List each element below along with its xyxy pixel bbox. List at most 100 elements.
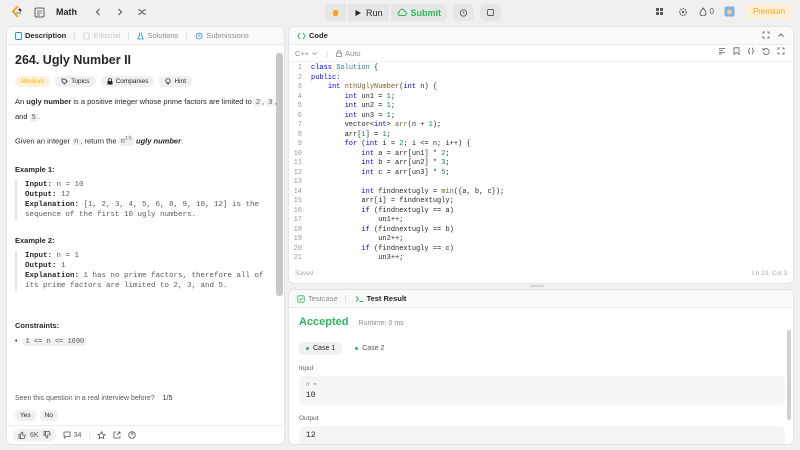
settings-gear-icon[interactable] <box>676 5 690 19</box>
bookmark-icon[interactable] <box>733 47 740 55</box>
format-icon[interactable] <box>718 47 726 55</box>
share-icon[interactable] <box>113 431 121 439</box>
page-title[interactable]: 264. Ugly Number II <box>15 53 277 67</box>
save-status: Saved <box>295 270 314 277</box>
line-number: 3 <box>297 83 302 91</box>
reset-icon[interactable] <box>762 47 770 55</box>
problem-list-icon[interactable] <box>32 5 46 19</box>
tab-description[interactable]: Description | <box>15 31 75 40</box>
code-text: int b = arr[un2] * 3; <box>361 159 450 167</box>
tab-test-result[interactable]: Test Result <box>355 294 406 303</box>
book-icon <box>83 32 90 39</box>
line-number: 1 <box>297 64 302 72</box>
example-2-block: Input: n = 1 Output: 1 Explanation: 1 ha… <box>15 251 277 292</box>
next-problem-icon[interactable] <box>113 5 127 19</box>
code-line[interactable]: 18 if (findnextugly == b) <box>289 226 789 236</box>
tab-code[interactable]: Code <box>297 31 328 40</box>
code-text: public: <box>311 73 341 82</box>
top-bar: Math Run Submit 0 Premium <box>0 0 800 26</box>
text: Seen this question in a real interview b… <box>15 395 155 402</box>
submit-button[interactable]: Submit <box>390 4 448 21</box>
terminal-icon <box>355 295 363 302</box>
fullscreen-icon[interactable] <box>777 47 785 55</box>
language-select[interactable]: C++ <box>295 49 318 58</box>
debug-button[interactable] <box>325 4 346 21</box>
comments-button[interactable]: 34 <box>63 431 81 439</box>
code-line[interactable]: 19 un2++; <box>289 235 789 245</box>
example-1-title: Example 1: <box>15 165 55 175</box>
code-line[interactable]: 6 int un3 = 1; <box>289 112 789 122</box>
output-box: 12 <box>299 426 785 444</box>
companies-chip[interactable]: Companies <box>100 76 155 87</box>
code-line[interactable]: 17 un1++; <box>289 216 789 226</box>
yes-button[interactable]: Yes <box>15 410 36 421</box>
result-body: Accepted Runtime: 0 ms Case 1 Case 2 Inpu… <box>299 316 785 444</box>
avatar[interactable] <box>723 5 737 19</box>
tab-submissions[interactable]: Submissions <box>195 31 249 40</box>
tab-testcase[interactable]: Testcase | <box>297 294 347 303</box>
line-number: 16 <box>293 206 302 215</box>
bold-term: ugly number <box>26 97 72 106</box>
code-line[interactable]: 7 vector<int> arr(n + 1); <box>289 121 789 131</box>
chevron-up-icon[interactable] <box>777 31 785 39</box>
code-editor[interactable]: 1 class Solution {2 public: 3 int nthUglyNu… <box>289 64 789 274</box>
panel-resize-handle[interactable] <box>530 285 544 287</box>
premium-button[interactable]: Premium <box>745 4 792 19</box>
tab-solutions[interactable]: Solutions | <box>137 31 187 40</box>
description-scrollbar[interactable] <box>276 53 283 296</box>
code-line[interactable]: 3 int nthUglyNumber(int n) { <box>289 83 789 93</box>
code-line[interactable]: 13 <box>289 178 789 188</box>
alarm-clock-icon <box>459 9 468 17</box>
lock-icon <box>107 78 113 85</box>
auto-toggle[interactable]: Auto <box>336 49 361 58</box>
result-scrollbar[interactable] <box>787 330 791 420</box>
leetcode-logo-icon[interactable] <box>10 5 24 19</box>
topics-chip[interactable]: Topics <box>55 76 96 87</box>
hint-chip[interactable]: Hint <box>159 76 193 87</box>
code-line[interactable]: 15 arr[i] = findnextugly; <box>289 197 789 207</box>
notes-button[interactable] <box>480 4 502 21</box>
code-line[interactable]: 12 int c = arr[un3] * 5; <box>289 169 789 179</box>
thumbs-down-icon[interactable] <box>43 431 51 439</box>
code-line[interactable]: 16 if (findnextugly == a) <box>289 207 789 217</box>
code-line[interactable]: 1 class Solution { <box>289 64 789 74</box>
label: Explanation: <box>25 201 80 210</box>
value: n = 1 <box>56 252 80 261</box>
run-button[interactable]: Run <box>348 4 389 21</box>
case-1-tab[interactable]: Case 1 <box>299 342 343 355</box>
braces-icon[interactable] <box>747 47 755 55</box>
thumbs-up-icon[interactable] <box>18 431 26 439</box>
shuffle-icon[interactable] <box>135 5 149 19</box>
code-line[interactable]: 8 arr[1] = 1; <box>289 131 789 141</box>
superscript: th <box>124 135 132 142</box>
editor-toolbar: C++ | Auto <box>289 45 793 62</box>
code-line[interactable]: 14 int findnextugly = min({a, b, c}); <box>289 188 789 198</box>
code-line[interactable]: 21 un3++; <box>289 254 789 264</box>
editor-tools <box>718 47 785 55</box>
like-count: 6K <box>30 431 39 439</box>
problem-list-title[interactable]: Math <box>56 7 77 17</box>
input-box: n = 10 <box>299 376 785 405</box>
problem-description: 264. Ugly Number II Medium Topics Compan… <box>15 53 277 347</box>
code-text: un3++; <box>311 254 404 262</box>
prev-problem-icon[interactable] <box>91 5 105 19</box>
tab-editorial[interactable]: Editorial | <box>83 31 129 40</box>
code-line[interactable]: 9 for (int i = 2; i <= n; i++) { <box>289 140 789 150</box>
timer-button[interactable] <box>453 4 475 21</box>
code-line[interactable]: 4 int un1 = 1; <box>289 93 789 103</box>
code-line[interactable]: 2 public: <box>289 74 789 84</box>
no-button[interactable]: No <box>39 410 58 421</box>
code-line[interactable]: 11 int b = arr[un2] * 3; <box>289 159 789 169</box>
constraints-title: Constraints: <box>15 321 60 331</box>
code-line[interactable]: 10 int a = arr[un1] * 2; <box>289 150 789 160</box>
layout-grid-icon[interactable] <box>653 5 667 19</box>
maximize-icon[interactable] <box>762 31 770 39</box>
case-2-tab[interactable]: Case 2 <box>348 342 391 355</box>
code-line[interactable]: 20 if (findnextugly == c) <box>289 245 789 255</box>
code-line[interactable]: 5 int un2 = 1; <box>289 102 789 112</box>
star-icon[interactable] <box>97 430 107 440</box>
help-icon[interactable] <box>128 431 136 439</box>
submit-label: Submit <box>410 7 442 18</box>
streak-counter[interactable]: 0 <box>699 7 714 16</box>
line-number: 8 <box>297 130 302 139</box>
